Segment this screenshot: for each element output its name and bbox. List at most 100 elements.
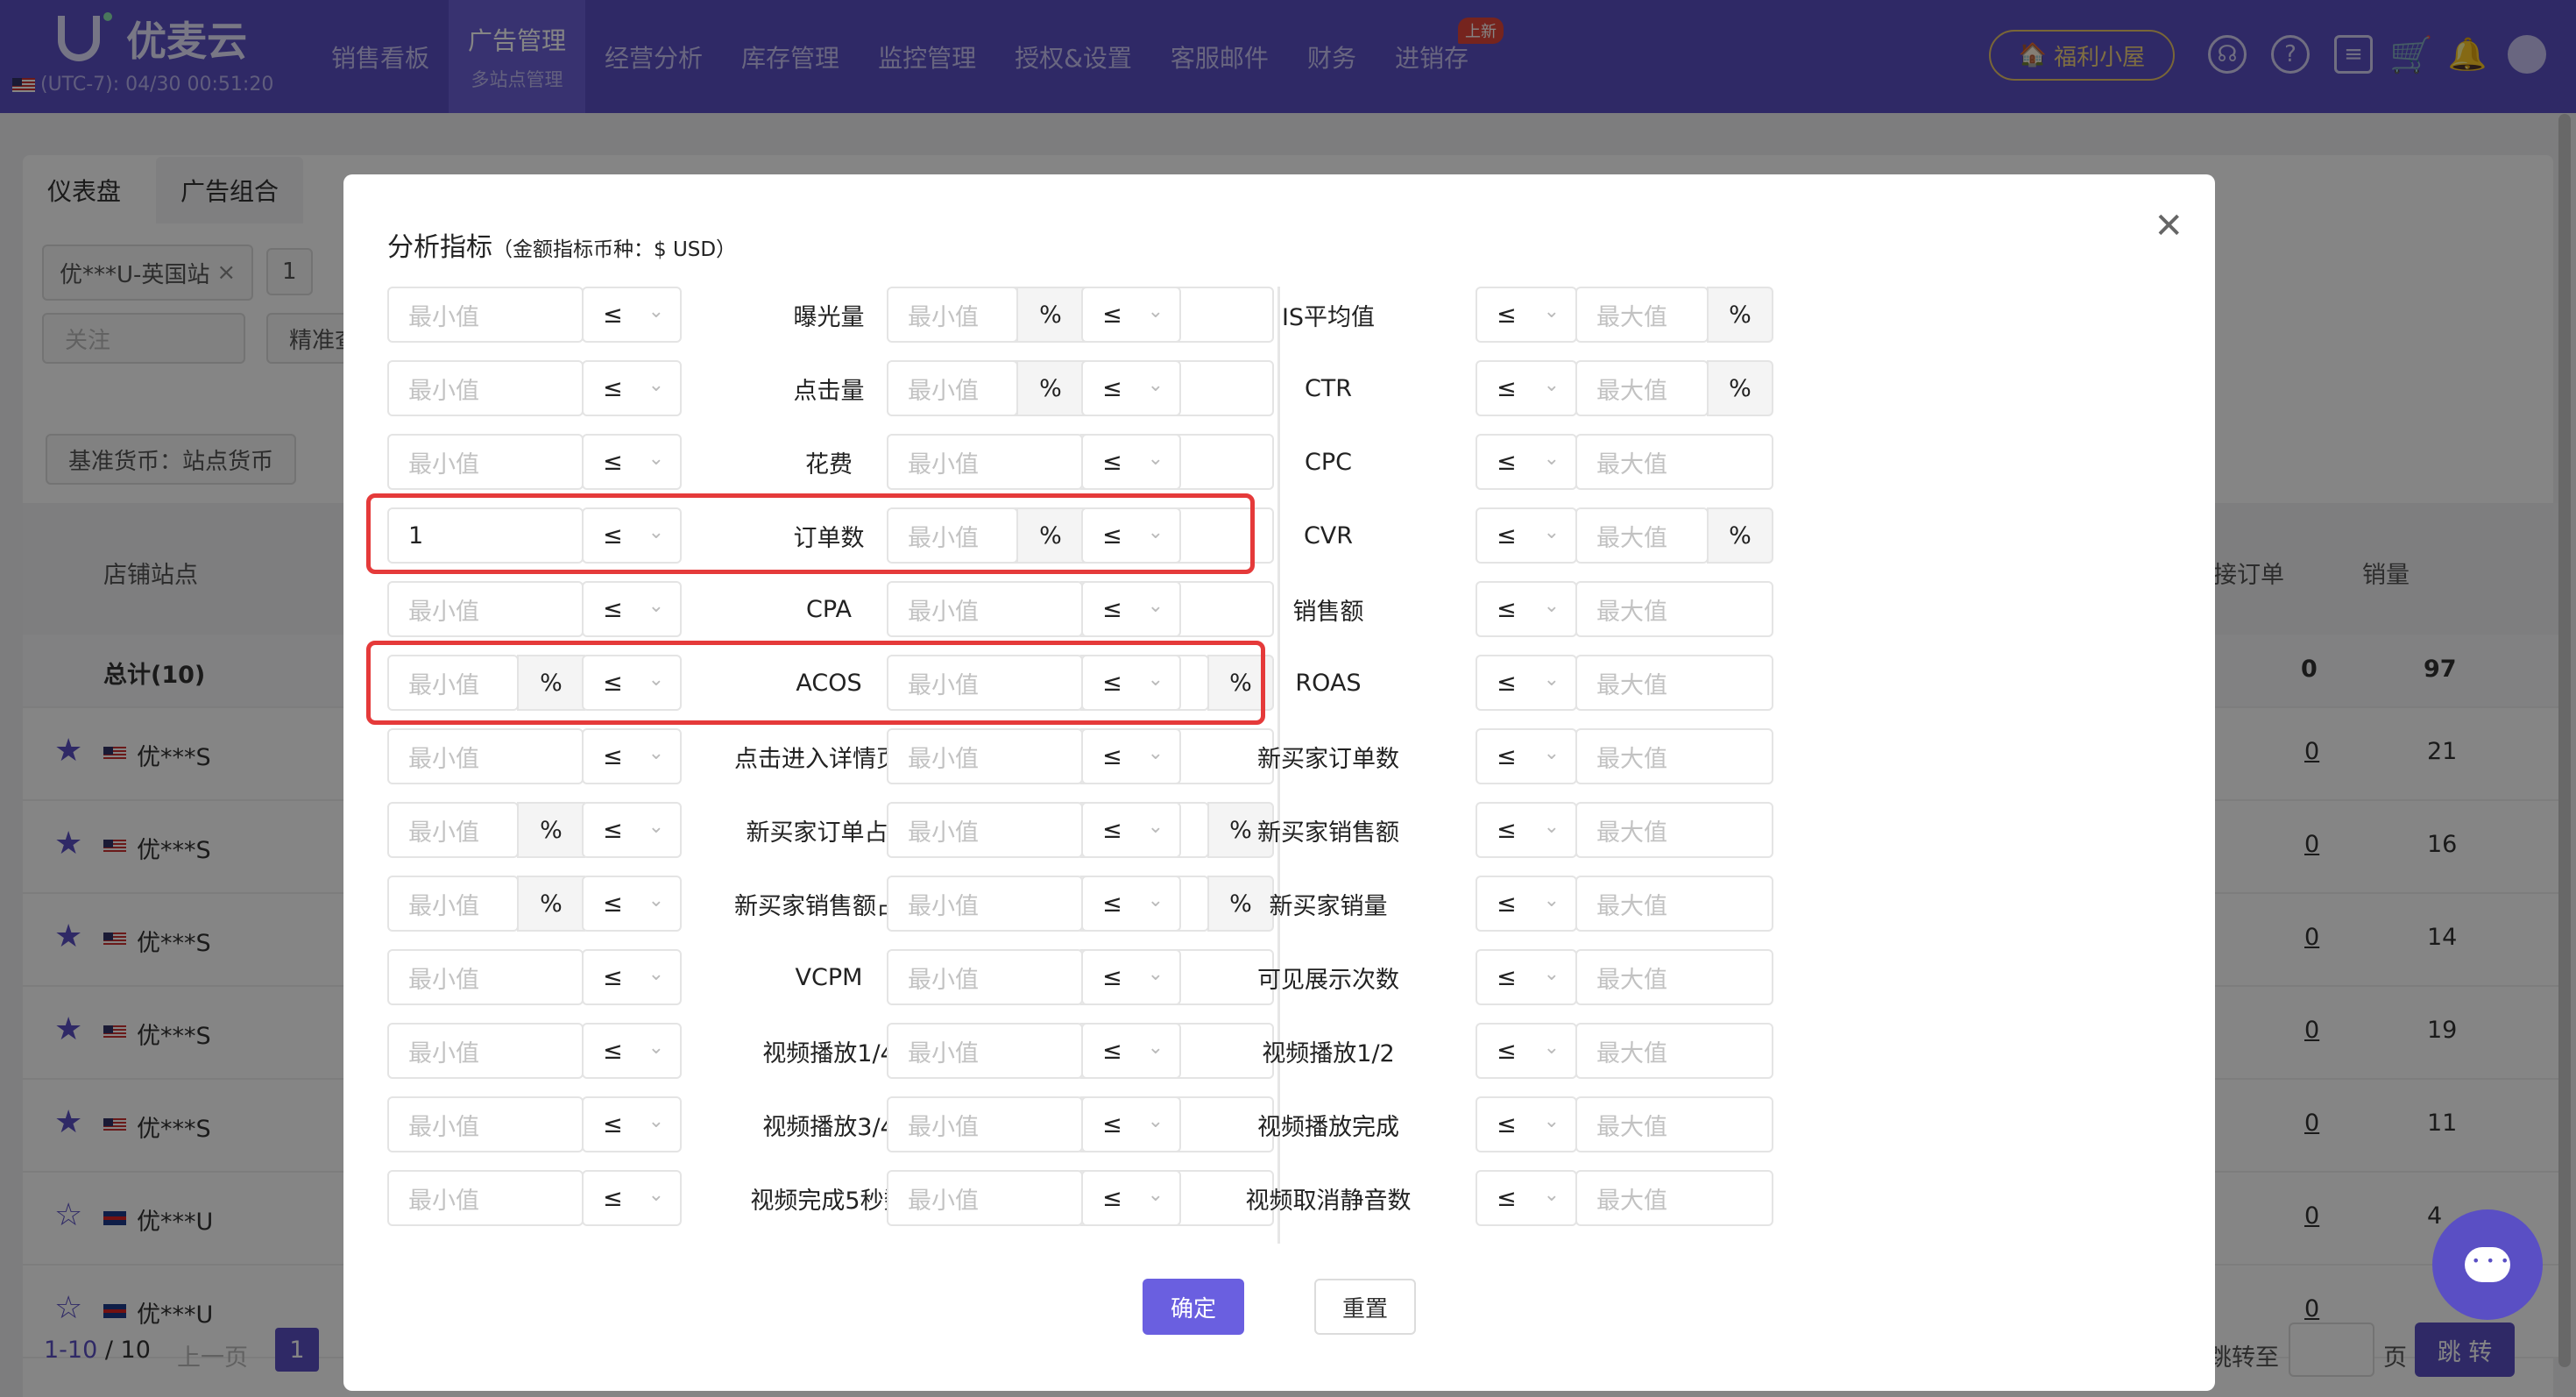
min-value-input[interactable]: 最小值 (887, 507, 1018, 564)
max-operator-select[interactable]: ≤⌄ (1476, 655, 1577, 711)
chevron-down-icon: ⌄ (1147, 816, 1164, 838)
metric-row: 最小值 ≤ ⌄ CPC ≤ ⌄ 最大值 (343, 434, 2215, 490)
max-value-input[interactable]: 最大值 (1575, 434, 1773, 490)
min-value-input[interactable]: 最小值 (887, 1023, 1083, 1079)
max-operator-select[interactable]: ≤⌄ (1476, 876, 1577, 932)
max-operator-select[interactable]: ≤⌄ (1476, 1096, 1577, 1152)
min-value-input[interactable]: 最小值 (887, 287, 1018, 343)
max-value-input[interactable]: 最大值 (1575, 1170, 1773, 1226)
metric-label: CVR (1303, 521, 1354, 550)
max-operator-select[interactable]: ≤⌄ (1476, 434, 1577, 490)
min-operator-select[interactable]: ≤ ⌄ (1081, 1096, 1181, 1152)
chevron-down-icon: ⌄ (1543, 374, 1560, 396)
metric-label: 新买家销量 (1269, 892, 1388, 920)
max-operator-select[interactable]: ≤⌄ (1476, 507, 1577, 564)
percent-suffix: % (1707, 360, 1773, 416)
chat-support-button[interactable] (2432, 1209, 2543, 1320)
metric-row: 最小值 ≤ ⌄ 视频播放完成 ≤ ⌄ 最大值 (343, 1096, 2215, 1152)
metric-row: 最小值% ≤ ⌄ CTR ≤ ⌄ 最大值% (343, 360, 2215, 416)
max-value-input[interactable]: 最大值 (1575, 287, 1709, 343)
min-operator-select[interactable]: ≤ ⌄ (1081, 949, 1181, 1005)
metric-row: 最小值% ≤ ⌄ CVR ≤ ⌄ 最大值% (343, 507, 2215, 564)
max-value-input[interactable]: 最大值 (1575, 949, 1773, 1005)
chevron-down-icon: ⌄ (1147, 1184, 1164, 1206)
max-operator-select[interactable]: ≤⌄ (1476, 949, 1577, 1005)
operator-label: ≤ (1102, 301, 1122, 329)
max-operator-select[interactable]: ≤⌄ (1476, 360, 1577, 416)
min-operator-select[interactable]: ≤ ⌄ (1081, 1170, 1181, 1226)
app-root: 优麦云 (UTC-7): 04/30 00:51:20 销售看板 广告管理 多站点管… (0, 0, 2576, 1397)
min-value-input[interactable]: 最小值 (887, 728, 1083, 784)
max-value-input[interactable]: 最大值 (1575, 802, 1773, 858)
max-operator-select[interactable]: ≤⌄ (1476, 581, 1577, 637)
max-value-input[interactable]: 最大值 (1575, 1096, 1773, 1152)
min-operator-select[interactable]: ≤ ⌄ (1081, 728, 1181, 784)
min-operator-select[interactable]: ≤ ⌄ (1081, 581, 1181, 637)
min-operator-select[interactable]: ≤ ⌄ (1081, 876, 1181, 932)
max-value-input[interactable]: 最大值 (1575, 581, 1773, 637)
min-value-input[interactable]: 最小值 (887, 949, 1083, 1005)
confirm-button[interactable]: 确定 (1143, 1279, 1244, 1335)
max-value-input[interactable]: 最大值 (1575, 360, 1709, 416)
chevron-down-icon: ⌄ (1147, 963, 1164, 985)
metric-row: 最小值 ≤ ⌄ 新买家销量 ≤ ⌄ 最大值 (343, 876, 2215, 932)
reset-button[interactable]: 重置 (1314, 1279, 1416, 1335)
max-value-input[interactable]: 最大值 (1575, 507, 1709, 564)
close-icon[interactable]: ✕ (2154, 206, 2183, 246)
metric-label: 视频取消静音数 (1245, 1187, 1412, 1215)
min-value-input[interactable]: 最小值 (887, 1096, 1083, 1152)
min-value-input[interactable]: 最小值 (887, 1170, 1083, 1226)
chevron-down-icon: ⌄ (1147, 374, 1164, 396)
min-value-input[interactable]: 最小值 (887, 655, 1083, 711)
max-value-input[interactable]: 最大值 (1575, 1023, 1773, 1079)
max-operator-select[interactable]: ≤⌄ (1476, 728, 1577, 784)
chevron-down-icon: ⌄ (1147, 448, 1164, 470)
min-operator-select[interactable]: ≤ ⌄ (1081, 802, 1181, 858)
max-operator-select[interactable]: ≤⌄ (1476, 1170, 1577, 1226)
dialog-title-text: 分析指标 (387, 232, 492, 263)
metric-label: IS平均值 (1281, 303, 1376, 331)
operator-label: ≤ (1102, 742, 1122, 770)
metric-label: 视频播放1/2 (1262, 1039, 1395, 1067)
min-operator-select[interactable]: ≤ ⌄ (1081, 507, 1181, 564)
min-value-input[interactable]: 最小值 (887, 360, 1018, 416)
operator-label: ≤ (1102, 890, 1122, 918)
metric-label: ROAS (1295, 669, 1362, 697)
min-value-input[interactable]: 最小值 (887, 802, 1083, 858)
min-value-input[interactable]: 最小值 (887, 434, 1083, 490)
metric-label: 新买家订单数 (1257, 745, 1399, 773)
chat-bubble-icon (2465, 1247, 2510, 1282)
chevron-down-icon: ⌄ (1147, 595, 1164, 617)
operator-label: ≤ (1497, 963, 1517, 991)
chevron-down-icon: ⌄ (1147, 1037, 1164, 1059)
max-value-input[interactable]: 最大值 (1575, 655, 1773, 711)
operator-label: ≤ (1497, 374, 1517, 402)
percent-suffix: % (1016, 507, 1085, 564)
min-value-input[interactable]: 最小值 (887, 876, 1083, 932)
min-operator-select[interactable]: ≤ ⌄ (1081, 655, 1181, 711)
min-operator-select[interactable]: ≤ ⌄ (1081, 360, 1181, 416)
operator-label: ≤ (1102, 374, 1122, 402)
chevron-down-icon: ⌄ (1543, 301, 1560, 323)
metric-label: CPC (1305, 448, 1352, 476)
min-value-input[interactable]: 最小值 (887, 581, 1083, 637)
chevron-down-icon: ⌄ (1543, 963, 1560, 985)
min-operator-select[interactable]: ≤ ⌄ (1081, 1023, 1181, 1079)
min-operator-select[interactable]: ≤ ⌄ (1081, 287, 1181, 343)
max-operator-select[interactable]: ≤⌄ (1476, 802, 1577, 858)
max-value-input[interactable]: 最大值 (1575, 876, 1773, 932)
operator-label: ≤ (1102, 1110, 1122, 1138)
operator-label: ≤ (1497, 521, 1517, 550)
dialog-title: 分析指标（金额指标币种：$ USD） (387, 225, 736, 264)
percent-suffix: % (1707, 287, 1773, 343)
chevron-down-icon: ⌄ (1543, 1110, 1560, 1132)
max-value-input[interactable]: 最大值 (1575, 728, 1773, 784)
chevron-down-icon: ⌄ (1543, 595, 1560, 617)
analysis-metrics-dialog: 分析指标（金额指标币种：$ USD） ✕ 最小值≤⌄曝光量≤⌄最大值最小值≤⌄点… (343, 174, 2215, 1391)
min-operator-select[interactable]: ≤ ⌄ (1081, 434, 1181, 490)
max-operator-select[interactable]: ≤⌄ (1476, 1023, 1577, 1079)
max-operator-select[interactable]: ≤⌄ (1476, 287, 1577, 343)
chevron-down-icon: ⌄ (1543, 1037, 1560, 1059)
operator-label: ≤ (1497, 301, 1517, 329)
operator-label: ≤ (1497, 448, 1517, 476)
